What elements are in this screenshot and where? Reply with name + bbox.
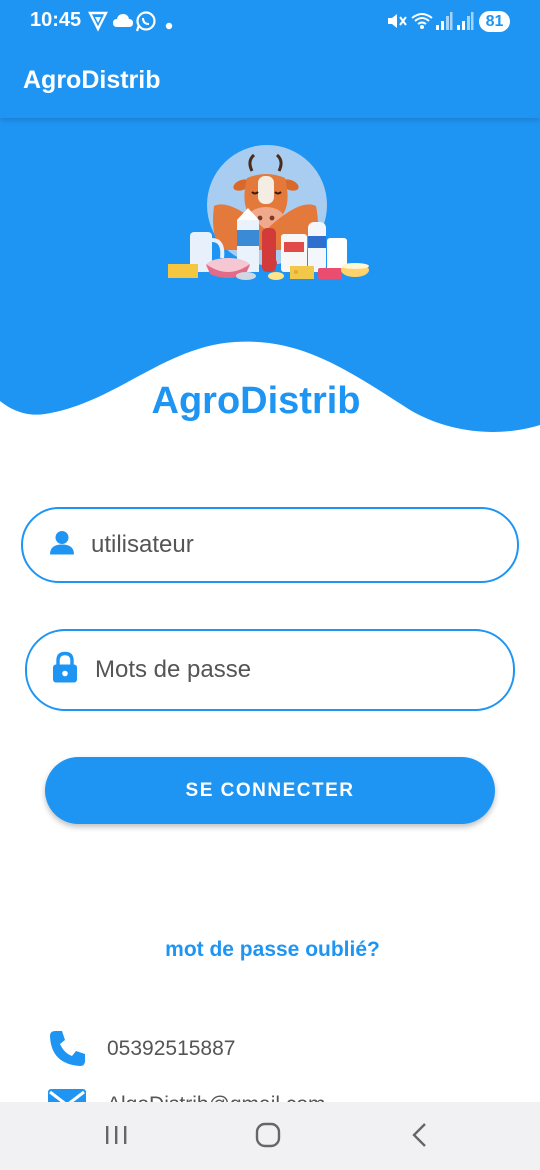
- contact-phone: 05392515887: [107, 1037, 236, 1060]
- signal-icon-2: [456, 10, 474, 37]
- signal-icon: [435, 10, 453, 37]
- app-title: AgroDistrib: [23, 66, 161, 94]
- vpn-icon: [88, 10, 108, 37]
- status-bar: 10:45 81: [0, 0, 540, 44]
- person-icon: [48, 529, 76, 562]
- login-screen: 10:45 81 AgroDistrib AgroDistrib utilisa…: [0, 0, 540, 1170]
- username-field[interactable]: [21, 507, 519, 583]
- system-nav-bar: [0, 1102, 540, 1170]
- status-time: 10:45: [30, 9, 82, 31]
- forgot-password-link[interactable]: mot de passe oublié?: [0, 938, 540, 962]
- dot-icon: [165, 17, 173, 35]
- battery-indicator: 81: [479, 11, 510, 32]
- password-field[interactable]: [25, 629, 515, 711]
- home-icon[interactable]: [253, 1120, 283, 1155]
- brand-name: AgroDistrib: [151, 380, 361, 422]
- lock-icon: [52, 651, 78, 689]
- password-input[interactable]: [95, 631, 483, 709]
- back-icon[interactable]: [406, 1120, 432, 1155]
- whatsapp-icon: [135, 10, 157, 37]
- app-bar: AgroDistrib: [0, 44, 540, 118]
- username-input[interactable]: [91, 509, 487, 581]
- mute-icon: [386, 10, 408, 37]
- cloud-icon: [113, 10, 133, 37]
- recent-apps-icon[interactable]: [104, 1120, 130, 1155]
- wifi-icon: [410, 10, 434, 37]
- connect-button[interactable]: SE CONNECTER: [45, 757, 495, 824]
- phone-icon: [47, 1028, 87, 1073]
